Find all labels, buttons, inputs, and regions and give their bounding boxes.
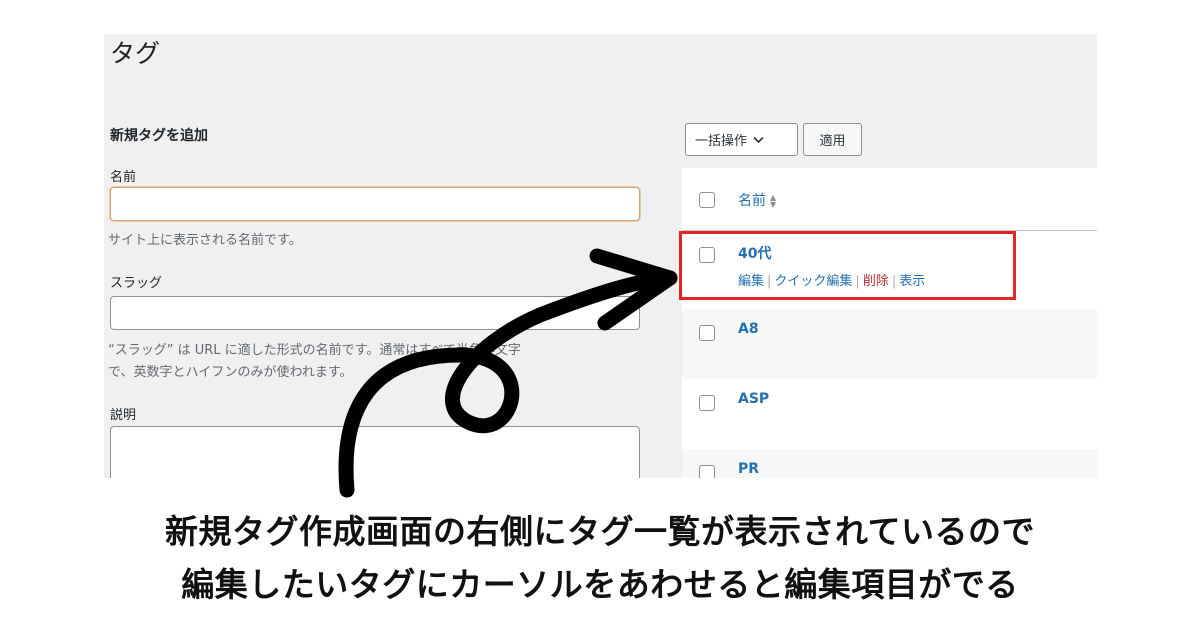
row-checkbox[interactable] bbox=[699, 325, 715, 341]
caption-line-2: 編集したいタグにカーソルをあわせると編集項目がでる bbox=[181, 565, 1019, 604]
sort-icon: ▲ ▼ bbox=[770, 193, 777, 209]
description-label: 説明 bbox=[110, 408, 137, 423]
apply-button[interactable]: 適用 bbox=[803, 123, 862, 156]
column-header-name[interactable]: 名前 ▲ ▼ bbox=[738, 190, 776, 210]
tag-name-link[interactable]: PR bbox=[738, 461, 759, 477]
name-input[interactable] bbox=[110, 187, 640, 221]
select-all-checkbox[interactable] bbox=[699, 192, 715, 208]
name-label: 名前 bbox=[110, 170, 137, 185]
column-header-name-label: 名前 bbox=[738, 193, 766, 209]
row-checkbox[interactable] bbox=[699, 465, 715, 478]
slug-label: スラッグ bbox=[110, 276, 163, 291]
tag-list-table: 名前 ▲ ▼ 40代 編集 | クイック編集 | 削除 | 表示 A8 ASP PR bbox=[682, 168, 1097, 478]
slug-help-text: “スラッグ” は URL に適した形式の名前です。通常はすべて半角小文字 で、英… bbox=[108, 340, 648, 384]
highlight-box bbox=[679, 231, 1016, 300]
caption-line-1: 新規タグ作成画面の右側にタグ一覧が表示されているので bbox=[164, 512, 1035, 551]
slug-input[interactable] bbox=[110, 296, 640, 330]
description-textarea[interactable] bbox=[110, 426, 640, 478]
table-row[interactable]: PR bbox=[682, 449, 1097, 478]
chevron-down-icon bbox=[753, 136, 764, 143]
tag-name-link[interactable]: A8 bbox=[738, 321, 759, 337]
bulk-action-label: 一括操作 bbox=[695, 134, 748, 149]
tag-name-link[interactable]: ASP bbox=[738, 391, 769, 407]
row-checkbox[interactable] bbox=[699, 395, 715, 411]
add-tag-section-title: 新規タグを追加 bbox=[110, 128, 208, 144]
page-title: タグ bbox=[110, 39, 161, 68]
slug-help-line-2: で、英数字とハイフンのみが使われます。 bbox=[108, 365, 353, 380]
table-row[interactable]: ASP bbox=[682, 379, 1097, 449]
name-help-text: サイト上に表示される名前です。 bbox=[108, 233, 302, 248]
slug-help-line-1: “スラッグ” は URL に適した形式の名前です。通常はすべて半角小文字 bbox=[108, 343, 521, 358]
table-header-row: 名前 ▲ ▼ bbox=[682, 168, 1097, 231]
bulk-action-select[interactable]: 一括操作 bbox=[685, 123, 798, 156]
table-row[interactable]: A8 bbox=[682, 309, 1097, 379]
